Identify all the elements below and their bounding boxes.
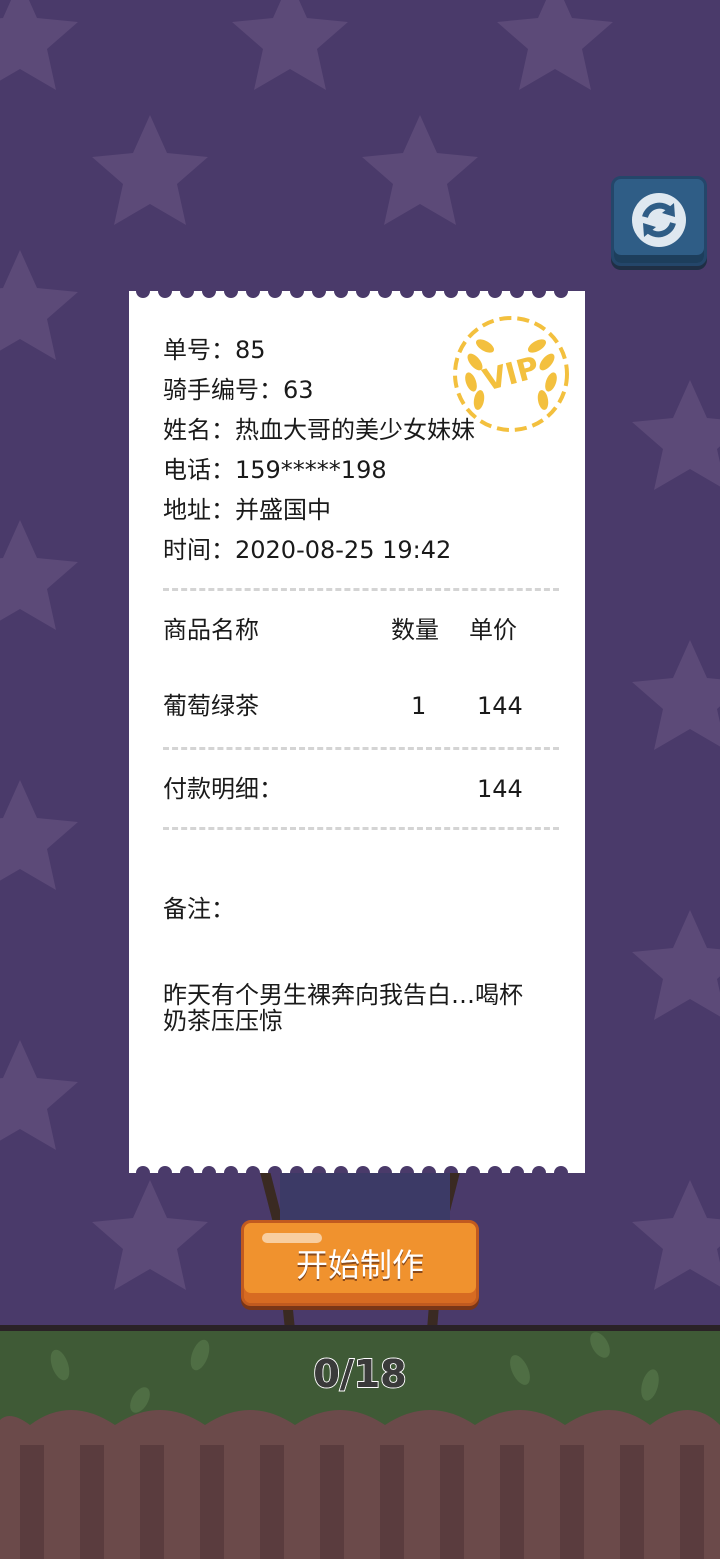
item-quantity: 1	[411, 692, 427, 720]
item-name: 葡萄绿茶	[163, 692, 259, 720]
payment-total: 144	[477, 775, 523, 803]
divider	[163, 747, 559, 750]
refresh-button[interactable]	[611, 176, 707, 266]
remark-label: 备注：	[163, 895, 235, 923]
button-shine	[262, 1233, 322, 1243]
vip-badge-icon: VIP	[453, 316, 569, 432]
customer-name: 姓名：热血大哥的美少女妹妹	[163, 416, 475, 444]
customer-address: 地址：并盛国中	[163, 496, 331, 524]
remark-text: 昨天有个男生裸奔向我告白…喝杯奶茶压压惊	[163, 981, 523, 1035]
payment-label: 付款明细：	[163, 775, 283, 803]
order-number: 单号：85	[163, 336, 266, 364]
customer-phone: 电话：159*****198	[163, 456, 387, 484]
item-price: 144	[477, 692, 523, 720]
progress-counter: 0/18	[312, 1351, 407, 1397]
divider	[163, 588, 559, 591]
header-unit-price: 单价	[469, 616, 517, 644]
refresh-icon	[632, 193, 686, 247]
start-making-label: 开始制作	[295, 1246, 424, 1284]
header-quantity: 数量	[391, 616, 439, 644]
start-making-button[interactable]: 开始制作	[241, 1220, 479, 1306]
rider-number: 骑手编号：63	[163, 376, 314, 404]
header-item-name: 商品名称	[163, 616, 259, 644]
divider	[163, 827, 559, 830]
order-receipt: 单号：85 骑手编号：63 姓名：热血大哥的美少女妹妹 电话：159*****1…	[129, 291, 585, 1173]
svg-text:VIP: VIP	[479, 350, 543, 398]
order-time: 时间：2020-08-25 19:42	[163, 536, 452, 564]
